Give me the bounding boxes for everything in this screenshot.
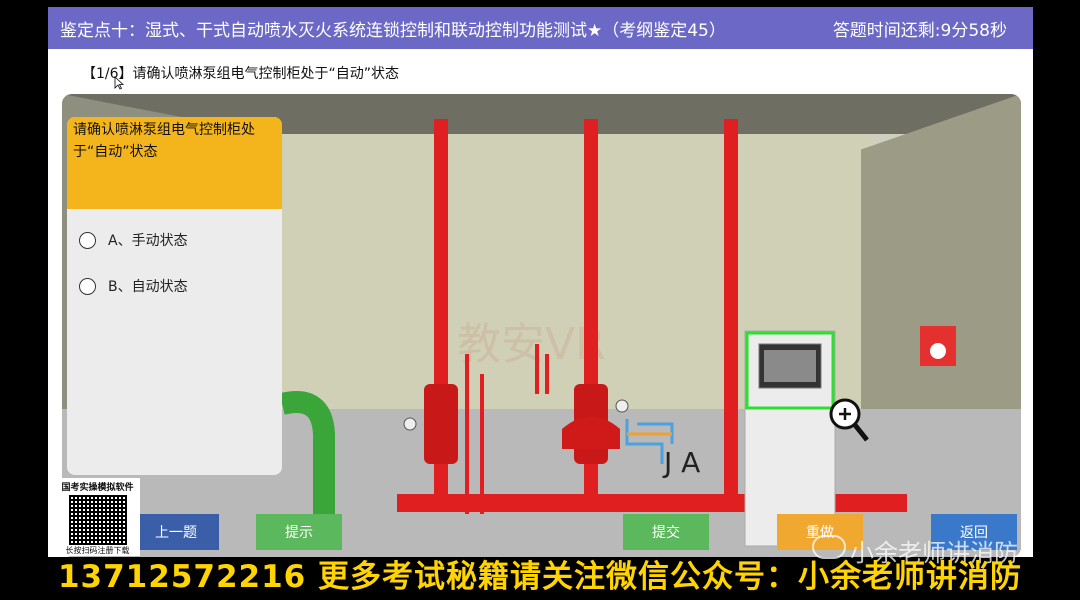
- pressure-gauge-2: [615, 399, 629, 413]
- question-panel: 请确认喷淋泵组电气控制柜处于“自动”状态 A、手动状态 B、自动状态: [67, 117, 282, 475]
- title-bar: 鉴定点十：湿式、干式自动喷水灭火系统连锁控制和联动控制功能测试★（考纲鉴定45）…: [48, 7, 1033, 49]
- submit-button[interactable]: 提交: [623, 514, 709, 550]
- valve-1: [424, 384, 458, 464]
- option-a[interactable]: A、手动状态: [67, 217, 282, 263]
- radio-icon[interactable]: [79, 277, 96, 295]
- hint-button[interactable]: 提示: [256, 514, 342, 550]
- pressure-gauge-1: [403, 417, 417, 431]
- countdown-timer: 答题时间还剩:9分58秒: [832, 20, 1007, 41]
- scene-watermark: 教安VR: [457, 319, 606, 370]
- mouse-cursor-icon: [114, 76, 124, 90]
- pump-label: J A: [662, 446, 700, 479]
- option-b-label: B、自动状态: [108, 279, 188, 295]
- exam-title: 鉴定点十：湿式、干式自动喷水灭火系统连锁控制和联动控制功能测试★（考纲鉴定45）: [60, 20, 726, 41]
- option-a-label: A、手动状态: [108, 233, 188, 249]
- promo-banner: 13712572216 更多考试秘籍请关注微信公众号：小余老师讲消防: [57, 559, 1023, 595]
- magnifier-icon[interactable]: [829, 398, 869, 442]
- option-b[interactable]: B、自动状态: [67, 263, 282, 309]
- question-panel-text: 请确认喷淋泵组电气控制柜处于“自动”状态: [67, 117, 282, 209]
- prev-question-button[interactable]: 上一题: [133, 514, 219, 550]
- riser-pipe-3: [724, 119, 738, 509]
- qr-code-card: 国考实操模拟软件 长按扫码注册下载: [55, 478, 140, 556]
- qr-code-icon: [68, 495, 127, 545]
- question-header: 【1/6】请确认喷淋泵组电气控制柜处于“自动”状态: [82, 66, 400, 82]
- green-pipe: [279, 391, 335, 514]
- pump-body: [562, 416, 620, 449]
- radio-icon[interactable]: [79, 231, 96, 249]
- qr-title: 国考实操模拟软件: [61, 483, 134, 493]
